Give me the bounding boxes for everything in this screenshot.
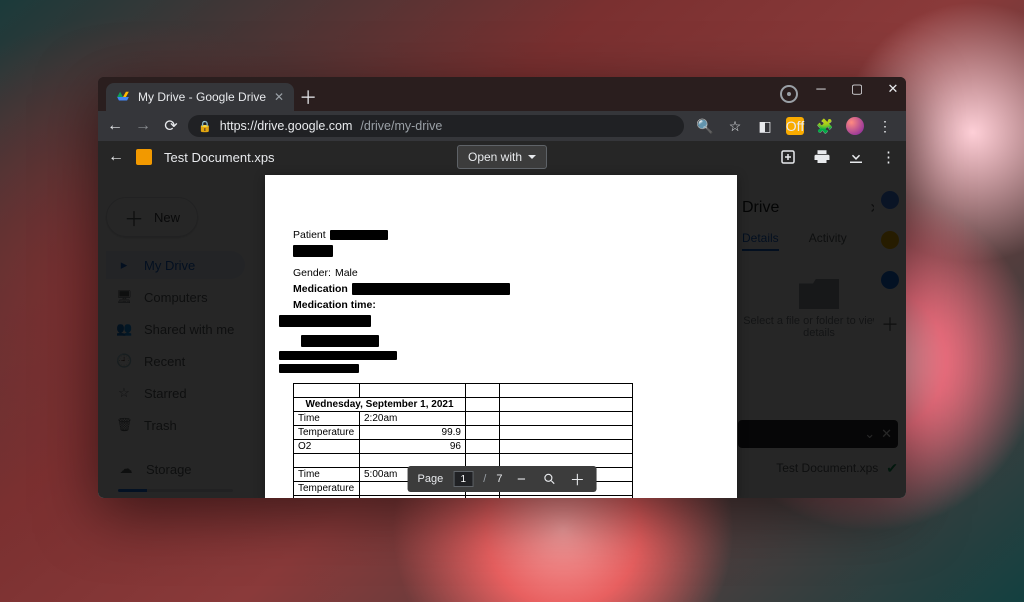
window-minimize-button[interactable]: ─ <box>812 81 830 97</box>
table-cell: 96 <box>360 440 466 454</box>
redaction <box>330 230 388 240</box>
zoom-out-button[interactable]: − <box>512 470 530 488</box>
search-tabs-icon[interactable]: 🔍 <box>696 117 714 135</box>
extensions-icon[interactable]: 🧩 <box>816 117 834 135</box>
table-cell: Time <box>294 468 360 482</box>
redaction <box>279 351 397 360</box>
medication-time-label: Medication time: <box>293 299 376 311</box>
chrome-menu-button[interactable]: ⋮ <box>876 117 894 135</box>
open-with-label: Open with <box>468 150 522 164</box>
file-type-icon <box>136 149 152 165</box>
document-page: Patient Gender: Male Medication Medicati… <box>265 175 737 498</box>
table-cell: 94 <box>360 496 466 499</box>
patient-label: Patient <box>293 229 326 241</box>
page-controls: Page / 7 − ＋ <box>408 466 597 492</box>
browser-tab[interactable]: My Drive - Google Drive ✕ <box>106 83 294 111</box>
viewer-back-button[interactable]: ← <box>108 148 124 166</box>
viewer-filename: Test Document.xps <box>164 150 275 165</box>
viewer-actions: ⋮ <box>779 148 896 166</box>
extension-badge[interactable]: Off <box>786 117 804 135</box>
toolbar-right: 🔍 ☆ ◧ Off 🧩 ⋮ <box>690 117 900 135</box>
tab-close-button[interactable]: ✕ <box>274 90 284 104</box>
open-with-button[interactable]: Open with <box>457 145 547 169</box>
chrome-profile-chip[interactable] <box>780 85 798 103</box>
nav-forward-button[interactable]: → <box>132 115 154 137</box>
url-path: /drive/my-drive <box>360 119 442 133</box>
page-separator: / <box>483 473 486 485</box>
redaction <box>279 364 359 373</box>
page-label: Page <box>418 473 444 485</box>
table-cell: Temperature <box>294 426 360 440</box>
table-cell: 2:20am <box>360 412 466 426</box>
nav-reload-button[interactable]: ⟳ <box>160 115 182 137</box>
more-actions-button[interactable]: ⋮ <box>881 148 896 166</box>
redaction <box>279 315 371 327</box>
gender-label: Gender: <box>293 267 331 279</box>
table-cell: Temperature <box>294 482 360 496</box>
zoom-reset-button[interactable] <box>540 470 558 488</box>
download-button[interactable] <box>847 148 865 166</box>
browser-window: ─ ▢ ✕ My Drive - Google Drive ✕ ＋ ← → ⟳ … <box>98 77 906 498</box>
drive-favicon <box>116 90 130 104</box>
redaction <box>293 245 333 257</box>
page-number-input[interactable] <box>453 471 473 487</box>
gender-value: Male <box>335 267 358 279</box>
address-bar: ← → ⟳ 🔒 https://drive.google.com/drive/m… <box>98 111 906 141</box>
window-maximize-button[interactable]: ▢ <box>848 81 866 97</box>
table-cell: Time <box>294 412 360 426</box>
table-cell: O2 <box>294 496 360 499</box>
nav-back-button[interactable]: ← <box>104 115 126 137</box>
profile-avatar[interactable] <box>846 117 864 135</box>
add-to-drive-button[interactable] <box>779 148 797 166</box>
tab-title: My Drive - Google Drive <box>138 90 266 104</box>
app-surface: ＋ New ▸My Drive 🖥Computers 👥Shared with … <box>98 141 906 498</box>
reader-icon[interactable]: ◧ <box>756 117 774 135</box>
lock-icon: 🔒 <box>198 120 212 133</box>
medication-label: Medication <box>293 283 348 295</box>
new-tab-button[interactable]: ＋ <box>294 83 322 111</box>
page-total: 7 <box>496 473 502 485</box>
viewer-toolbar: ← Test Document.xps Open with ⋮ <box>98 141 906 173</box>
url-host: https://drive.google.com <box>220 119 353 133</box>
table-cell: O2 <box>294 440 360 454</box>
table-header: Wednesday, September 1, 2021 <box>294 398 466 412</box>
redaction <box>301 335 379 347</box>
omnibox[interactable]: 🔒 https://drive.google.com/drive/my-driv… <box>188 115 684 137</box>
zoom-in-button[interactable]: ＋ <box>568 470 586 488</box>
redaction <box>352 283 510 295</box>
print-button[interactable] <box>813 148 831 166</box>
window-close-button[interactable]: ✕ <box>884 81 902 97</box>
table-cell: 99.9 <box>360 426 466 440</box>
window-controls: ─ ▢ ✕ <box>812 81 902 97</box>
bookmark-star-icon[interactable]: ☆ <box>726 117 744 135</box>
